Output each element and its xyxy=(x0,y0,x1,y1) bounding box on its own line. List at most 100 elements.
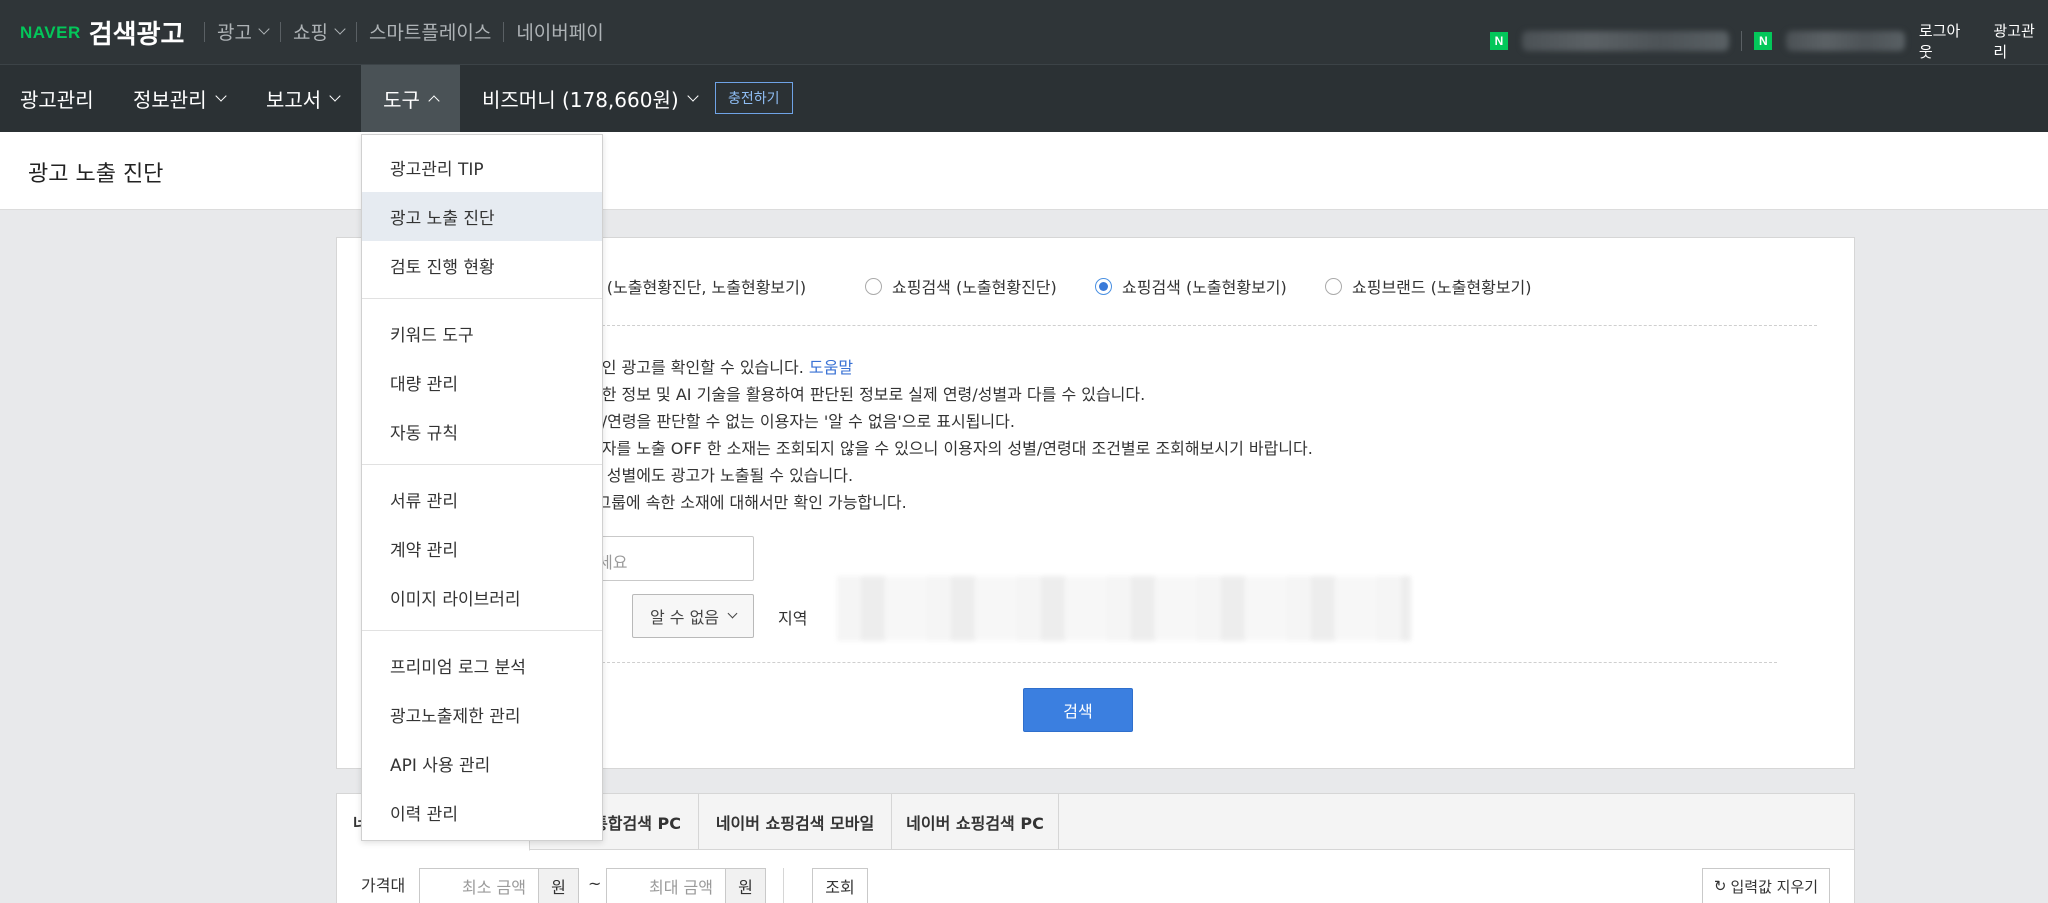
page-title: 광고 노출 진단 xyxy=(28,162,164,187)
chevron-down-icon xyxy=(214,90,227,102)
divider xyxy=(1741,31,1743,51)
chevron-down-icon xyxy=(687,90,699,102)
redacted-account xyxy=(1786,31,1905,51)
nav-bizmoney[interactable]: 비즈머니 (178,660원) xyxy=(482,65,699,132)
chevron-up-icon xyxy=(428,94,440,107)
menu-item-bulk-manage[interactable]: 대량 관리 xyxy=(362,358,602,407)
global-nav-smartplace[interactable]: 스마트플레이스 xyxy=(369,18,491,45)
page-header: 광고 노출 진단 xyxy=(0,132,2048,210)
menu-item-keyword-tool[interactable]: 키워드 도구 xyxy=(362,309,602,358)
charge-button[interactable]: 충전하기 xyxy=(715,82,793,114)
menu-item-review-status[interactable]: 검토 진행 현황 xyxy=(362,241,602,290)
radio-label: 쇼핑브랜드 (노출현황보기) xyxy=(1352,278,1532,297)
lookup-button[interactable]: 조회 xyxy=(812,868,868,903)
radio-shopping-brand[interactable]: 쇼핑브랜드 (노출현황보기) xyxy=(1325,274,1532,298)
radio-powerlink[interactable]: 크 (노출현황진단, 노출현황보기) xyxy=(587,274,806,298)
divider xyxy=(503,21,505,42)
chevron-down-icon xyxy=(334,23,346,35)
naver-n-icon: N xyxy=(1490,32,1508,50)
nav-label: 비즈머니 (178,660원) xyxy=(482,88,679,112)
reset-input-button[interactable]: ↻ 입력값 지우기 xyxy=(1702,868,1830,903)
tools-dropdown-menu: 광고관리 TIP 광고 노출 진단 검토 진행 현황 키워드 도구 대량 관리 … xyxy=(361,134,603,841)
divider xyxy=(362,298,602,299)
notice-list: 중인 광고를 확인할 수 있습니다. 도움말 록한 정보 및 AI 기술을 활용… xyxy=(587,354,1313,516)
nav-label: 광고관리 xyxy=(20,88,94,112)
max-price-input[interactable]: 최대 금액 원 xyxy=(606,868,766,903)
menu-item-ad-diagnosis[interactable]: 광고 노출 진단 xyxy=(362,192,602,241)
keyword-input[interactable]: 세요 xyxy=(587,536,754,581)
radio-label: 쇼핑검색 (노출현황보기) xyxy=(1122,278,1287,297)
menu-item-history[interactable]: 이력 관리 xyxy=(362,788,602,837)
user-area: N N 로그아웃 광고관리 xyxy=(1490,20,2048,62)
range-tilde: ~ xyxy=(588,874,602,893)
global-nav-naverpay[interactable]: 네이버페이 xyxy=(516,18,603,45)
nav-info-manage[interactable]: 정보관리 xyxy=(133,65,227,132)
gender-select[interactable]: 알 수 없음 xyxy=(632,594,754,638)
notice-line: 별/연령을 판단할 수 없는 이용자는 '알 수 없음'으로 표시됩니다. xyxy=(587,412,1015,431)
search-button[interactable]: 검색 xyxy=(1023,688,1133,732)
radio-shopping-view[interactable]: 쇼핑검색 (노출현황보기) xyxy=(1095,274,1287,298)
notice-line: 는 성별에도 광고가 노출될 수 있습니다. xyxy=(587,466,854,485)
divider xyxy=(783,868,784,903)
naver-n-icon: N xyxy=(1754,32,1773,50)
chevron-down-icon xyxy=(727,608,738,619)
logo[interactable]: NAVER 검색광고 xyxy=(20,14,184,51)
radio-shopping-diagnosis[interactable]: 쇼핑검색 (노출현황진단) xyxy=(865,274,1057,298)
tab-shopping-pc[interactable]: 네이버 쇼핑검색 PC xyxy=(892,794,1059,850)
global-nav-shopping[interactable]: 쇼핑 xyxy=(293,18,346,45)
nav-label: 도구 xyxy=(383,88,420,112)
min-price-placeholder: 최소 금액 xyxy=(462,878,526,897)
nav-label: 정보관리 xyxy=(133,88,207,112)
nav-ad-manage[interactable]: 광고관리 xyxy=(20,65,94,132)
naver-logo-text: NAVER xyxy=(20,22,81,42)
ad-manage-link[interactable]: 광고관리 xyxy=(1993,20,2048,62)
divider xyxy=(204,21,205,42)
gender-select-value: 알 수 없음 xyxy=(649,608,720,627)
nav-label: 보고서 xyxy=(266,88,322,112)
min-price-input[interactable]: 최소 금액 원 xyxy=(419,868,579,903)
menu-item-api-usage[interactable]: API 사용 관리 xyxy=(362,739,602,788)
logout-link[interactable]: 로그아웃 xyxy=(1919,20,1974,62)
menu-item-premium-log[interactable]: 프리미엄 로그 분석 xyxy=(362,641,602,690)
global-nav-ad[interactable]: 광고 xyxy=(217,18,270,45)
menu-item-contracts[interactable]: 계약 관리 xyxy=(362,524,602,573)
divider xyxy=(362,464,602,465)
divider xyxy=(279,21,281,42)
nav-reports[interactable]: 보고서 xyxy=(266,65,341,132)
max-price-placeholder: 최대 금액 xyxy=(649,878,713,897)
radio-circle xyxy=(865,277,882,295)
reset-label: 입력값 지우기 xyxy=(1730,877,1819,896)
searchad-logo-text: 검색광고 xyxy=(88,20,185,50)
notice-line: 중인 광고를 확인할 수 있습니다. 도움말 xyxy=(587,354,1313,381)
radio-circle-checked xyxy=(1095,277,1112,295)
notice-line: 록한 정보 및 AI 기술을 활용하여 판단된 정보로 실제 연령/성별과 다를… xyxy=(587,385,1146,404)
menu-item-documents[interactable]: 서류 관리 xyxy=(362,475,602,524)
menu-item-image-library[interactable]: 이미지 라이브러리 xyxy=(362,573,602,622)
notice-line: ' 그룹에 속한 소재에 대해서만 확인 가능합니다. xyxy=(587,493,907,512)
notice-line: 용자를 노출 OFF 한 소재는 조회되지 않을 수 있으니 이용자의 성별/연… xyxy=(587,439,1313,458)
redacted-region-selector[interactable] xyxy=(837,576,1411,641)
redacted-account xyxy=(1521,31,1730,51)
price-range-label: 가격대 xyxy=(361,876,406,895)
global-nav: 광고 쇼핑 스마트플레이스 네이버페이 xyxy=(192,18,604,45)
global-nav-label: 광고 xyxy=(217,22,252,44)
menu-item-auto-rules[interactable]: 자동 규칙 xyxy=(362,407,602,456)
divider xyxy=(587,662,1777,663)
notice-text: 중인 광고를 확인할 수 있습니다. xyxy=(587,358,804,377)
help-link[interactable]: 도움말 xyxy=(809,358,853,377)
chevron-down-icon xyxy=(258,23,270,35)
tab-shopping-mobile[interactable]: 네이버 쇼핑검색 모바일 xyxy=(699,794,892,850)
refresh-icon: ↻ xyxy=(1713,877,1727,895)
divider xyxy=(355,21,357,42)
global-header: NAVER 검색광고 광고 쇼핑 스마트플레이스 네이버페이 N N 로그아웃 … xyxy=(0,0,2048,65)
currency-unit: 원 xyxy=(538,869,578,903)
chevron-down-icon xyxy=(329,90,341,102)
region-label: 지역 xyxy=(778,609,808,628)
menu-item-exposure-limit[interactable]: 광고노출제한 관리 xyxy=(362,690,602,739)
nav-tools[interactable]: 도구 xyxy=(361,65,460,132)
radio-label: 쇼핑검색 (노출현황진단) xyxy=(892,278,1057,297)
radio-circle xyxy=(1325,277,1342,295)
menu-item-ad-tip[interactable]: 광고관리 TIP xyxy=(362,143,602,192)
divider xyxy=(362,630,602,631)
main-nav: 광고관리 정보관리 보고서 도구 비즈머니 (178,660원) 충전하기 xyxy=(0,65,2048,132)
